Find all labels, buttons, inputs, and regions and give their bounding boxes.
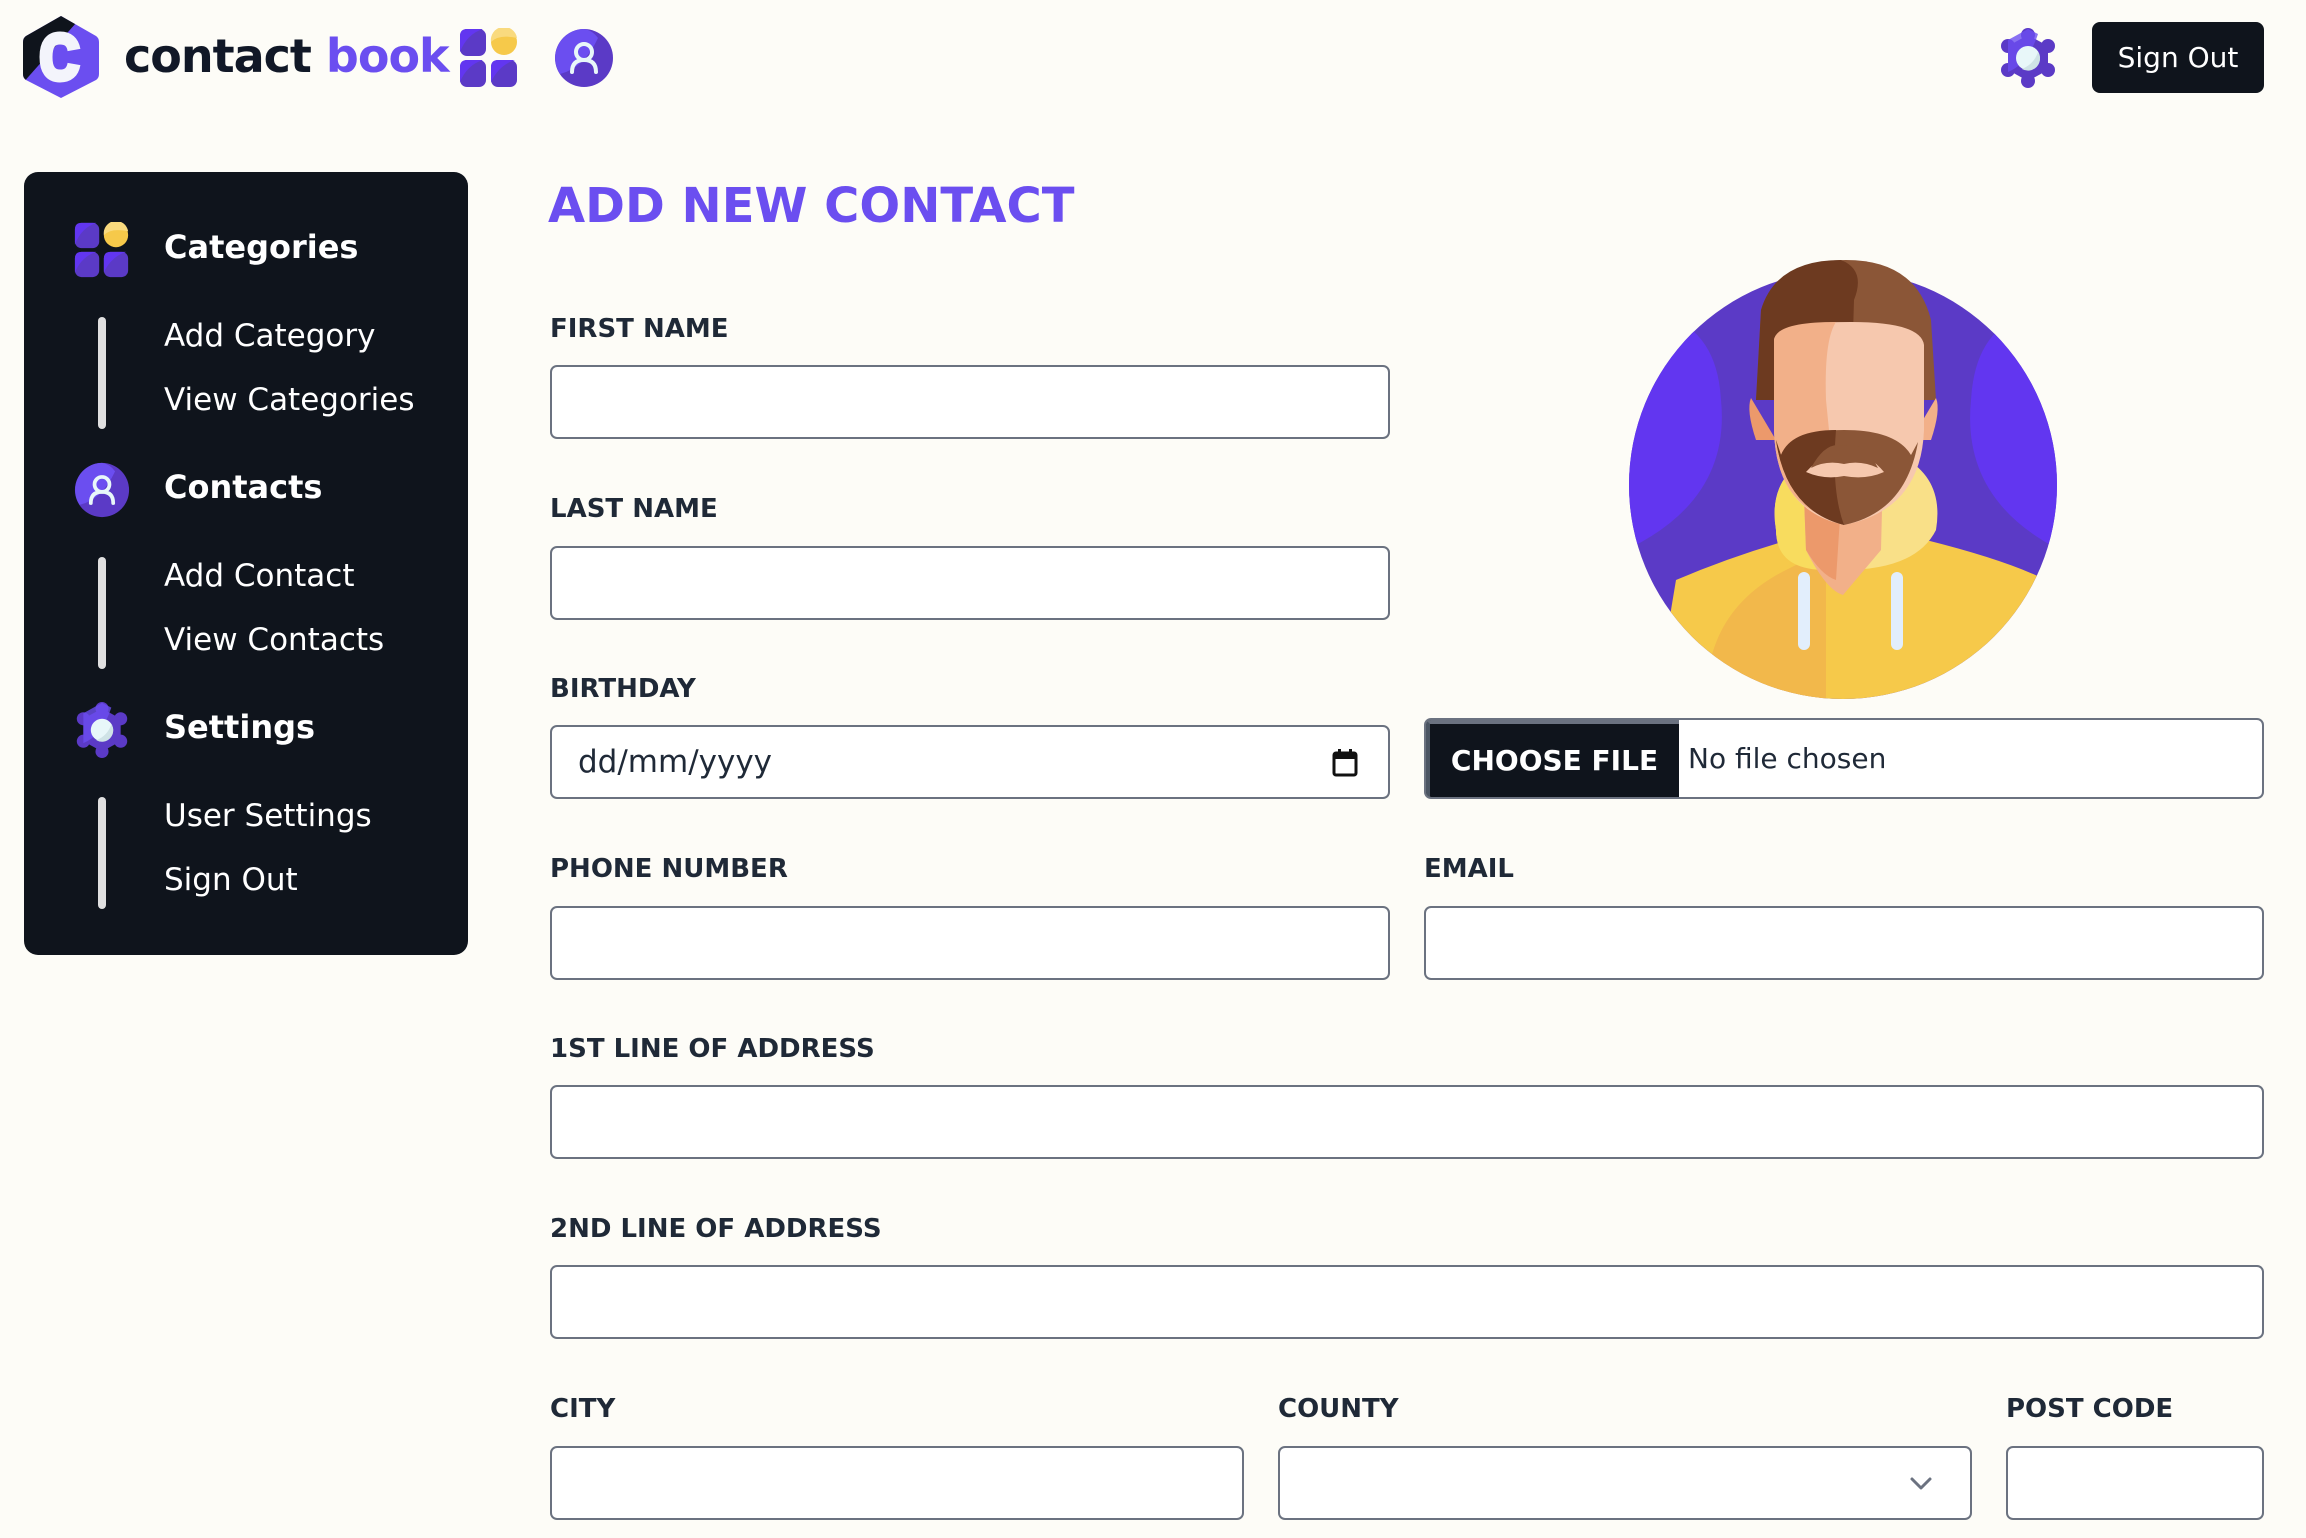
last-name-input[interactable] [550,546,1390,620]
county-select[interactable] [1278,1446,1972,1520]
gear-icon [76,702,128,758]
chevron-down-icon [1910,1477,1932,1490]
birthday-label: BIRTHDAY [550,674,696,704]
brand-name[interactable]: contact book [124,26,450,86]
sidebar-divider-bar [98,317,106,429]
brand-part-book: book [325,29,450,83]
sidebar-item-view-categories[interactable]: View Categories [164,382,415,418]
city-input[interactable] [550,1446,1244,1520]
birthday-placeholder: dd/mm/yyyy [578,744,773,780]
sidebar-item-sign-out[interactable]: Sign Out [164,862,298,898]
last-name-label: LAST NAME [550,494,718,524]
address-line1-input[interactable] [550,1085,2264,1159]
sidebar-heading-categories[interactable]: Categories [164,228,358,266]
settings-gear-icon[interactable] [1998,28,2058,88]
sidebar-item-user-settings[interactable]: User Settings [164,798,372,834]
page-title: ADD NEW CONTACT [548,178,1075,234]
calendar-icon[interactable] [1332,749,1358,777]
logo-icon[interactable] [22,14,100,100]
sidebar-heading-settings[interactable]: Settings [164,708,315,746]
sidebar-item-add-contact[interactable]: Add Contact [164,558,354,594]
brand-part-contact: contact [124,29,312,83]
sidebar-item-view-contacts[interactable]: View Contacts [164,622,384,658]
city-label: CITY [550,1394,616,1424]
county-label: COUNTY [1278,1394,1399,1424]
email-label: EMAIL [1424,854,1514,884]
first-name-input[interactable] [550,365,1390,439]
sidebar: Categories Add Category View Categories … [24,172,468,955]
avatar-image [1629,260,2057,699]
address-line2-label: 2ND LINE OF ADDRESS [550,1214,882,1244]
phone-input[interactable] [550,906,1390,980]
email-input[interactable] [1424,906,2264,980]
categories-icon[interactable] [459,28,519,88]
address-line2-input[interactable] [550,1265,2264,1339]
birthday-input[interactable]: dd/mm/yyyy [550,725,1390,799]
choose-file-button[interactable]: CHOOSE FILE [1426,720,1679,797]
first-name-label: FIRST NAME [550,314,729,344]
sidebar-heading-contacts[interactable]: Contacts [164,468,322,506]
sidebar-divider-bar [98,557,106,669]
person-icon [74,462,130,518]
address-line1-label: 1ST LINE OF ADDRESS [550,1034,875,1064]
post-code-label: POST CODE [2006,1394,2174,1424]
sign-out-button[interactable]: Sign Out [2092,22,2264,93]
phone-label: PHONE NUMBER [550,854,788,884]
sidebar-item-add-category[interactable]: Add Category [164,318,375,354]
sidebar-divider-bar [98,797,106,909]
contacts-person-icon[interactable] [554,28,614,88]
categories-icon [74,222,129,278]
photo-file-input[interactable]: CHOOSE FILE No file chosen [1424,718,2264,799]
file-status-text: No file chosen [1688,742,1887,775]
post-code-input[interactable] [2006,1446,2264,1520]
